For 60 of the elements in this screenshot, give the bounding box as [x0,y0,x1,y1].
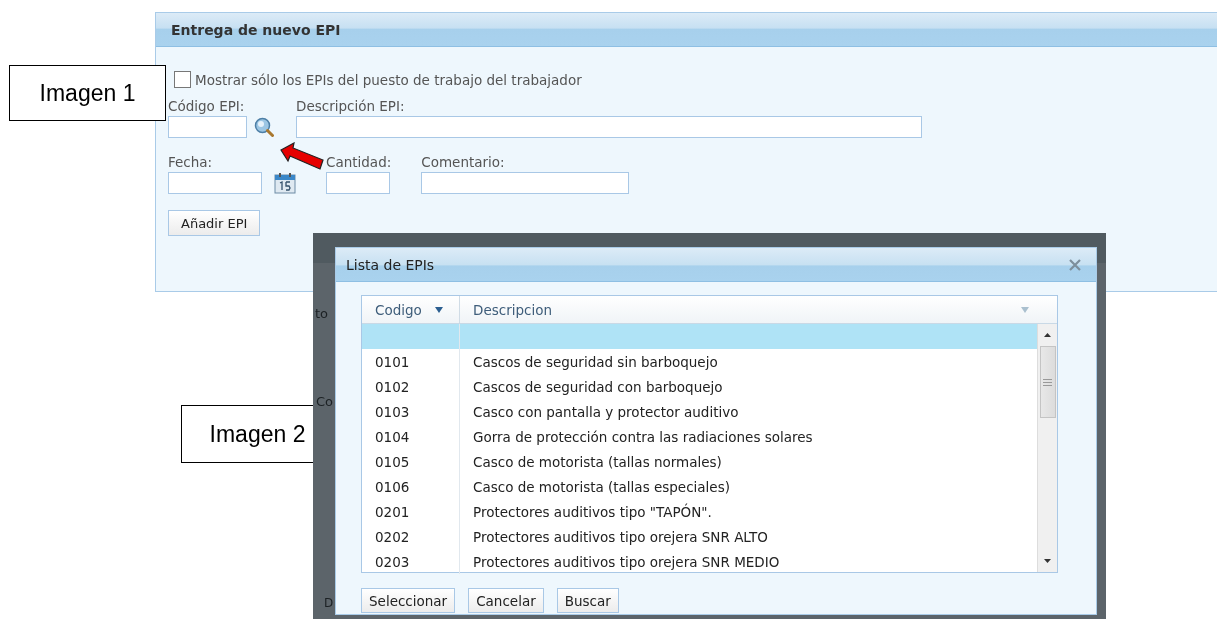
checkbox[interactable] [174,71,191,88]
faded-text: D [324,596,334,611]
input-field[interactable] [296,116,922,138]
scroll-down-icon[interactable] [1044,559,1051,563]
field-label: Fecha: [168,154,214,170]
add-button[interactable]: Añadir EPI [168,210,261,236]
table-cell: 0104 [362,424,460,449]
table-cell-text: Cascos de seguridad con barboquejo [472,378,723,395]
grid-row[interactable]: 0201 Protectores auditivos tipo "TAPÓN". [362,499,1037,524]
column-header[interactable]: Descripcion [460,296,1057,323]
table-cell-text: Cascos de seguridad sin barboquejo [472,353,718,370]
grid-row[interactable]: 0105 Casco de motorista (tallas normales) [362,449,1037,474]
field-label: Cantidad: [326,154,392,170]
table-cell-text: Casco de motorista (tallas normales) [472,453,722,470]
table-cell: 0103 [362,399,460,424]
grid-row[interactable]: 0103 Casco con pantalla y protector auditivo [362,399,1037,424]
checkbox-label: Mostrar sólo los EPIs del puesto de trabajo del trabajador [195,71,582,88]
grid-row[interactable]: 0101 Cascos de seguridad sin barboquejo [362,349,1037,374]
table-cell: 0203 [362,549,460,574]
scrollbar[interactable] [1037,324,1057,572]
dialog-button[interactable]: Cancelar [468,588,544,613]
table-cell: 0102 [362,374,460,399]
grid-row[interactable]: 0104 Gorra de protección contra las radiaciones solares [362,424,1037,449]
grid-row[interactable]: 0203 Protectores auditivos tipo orejera SNR MEDIO [362,549,1037,574]
table-cell: 0106 [362,474,460,499]
dialog-title: Lista de EPIs [346,256,435,273]
dialog-button[interactable]: Buscar [556,588,619,613]
calendar-icon[interactable] [274,172,296,194]
table-cell-text: Casco de motorista (tallas especiales) [472,478,730,495]
field-label: Código EPI: [168,98,246,114]
table-cell-text: Gorra de protección contra las radiaciones solares [472,428,813,445]
table-cell-text: Protectores auditivos tipo "TAPÓN". [472,503,712,520]
table-cell-text: Protectores auditivos tipo orejera SNR MEDIO [472,553,780,570]
table-cell: 0202 [362,524,460,549]
grid-row[interactable]: 0202 Protectores auditivos tipo orejera SNR ALTO [362,524,1037,549]
input-field[interactable] [421,172,630,194]
search-icon[interactable] [254,117,274,137]
scroll-thumb[interactable] [1039,346,1056,418]
grid-row[interactable]: 0102 Cascos de seguridad con barboquejo [362,374,1037,399]
column-header[interactable]: Codigo [362,296,460,323]
grip-icon [1043,378,1052,386]
sort-arrow-icon[interactable] [434,306,443,313]
table-cell-text: Casco con pantalla y protector auditivo [472,403,739,420]
arrow-icon [278,142,326,172]
input-field[interactable] [168,172,262,194]
table-cell: 0105 [362,449,460,474]
scroll-up-icon[interactable] [1044,333,1051,337]
faded-text: to [315,306,329,321]
field-label: Descripción EPI: [296,98,406,114]
table-cell: 0101 [362,349,460,374]
field-label: Comentario: [421,154,506,170]
input-field[interactable] [168,116,247,138]
callout-label: Imagen 1 [9,65,166,121]
input-field[interactable] [326,172,390,194]
table-cell-text: Protectores auditivos tipo orejera SNR ALTO [472,528,768,545]
table-cell: 0201 [362,499,460,524]
dialog-button[interactable]: Seleccionar [361,588,456,613]
close-icon[interactable] [1069,258,1081,271]
panel-title: Entrega de nuevo EPI [171,21,341,38]
grid-row[interactable]: 0106 Casco de motorista (tallas especiales) [362,474,1037,499]
